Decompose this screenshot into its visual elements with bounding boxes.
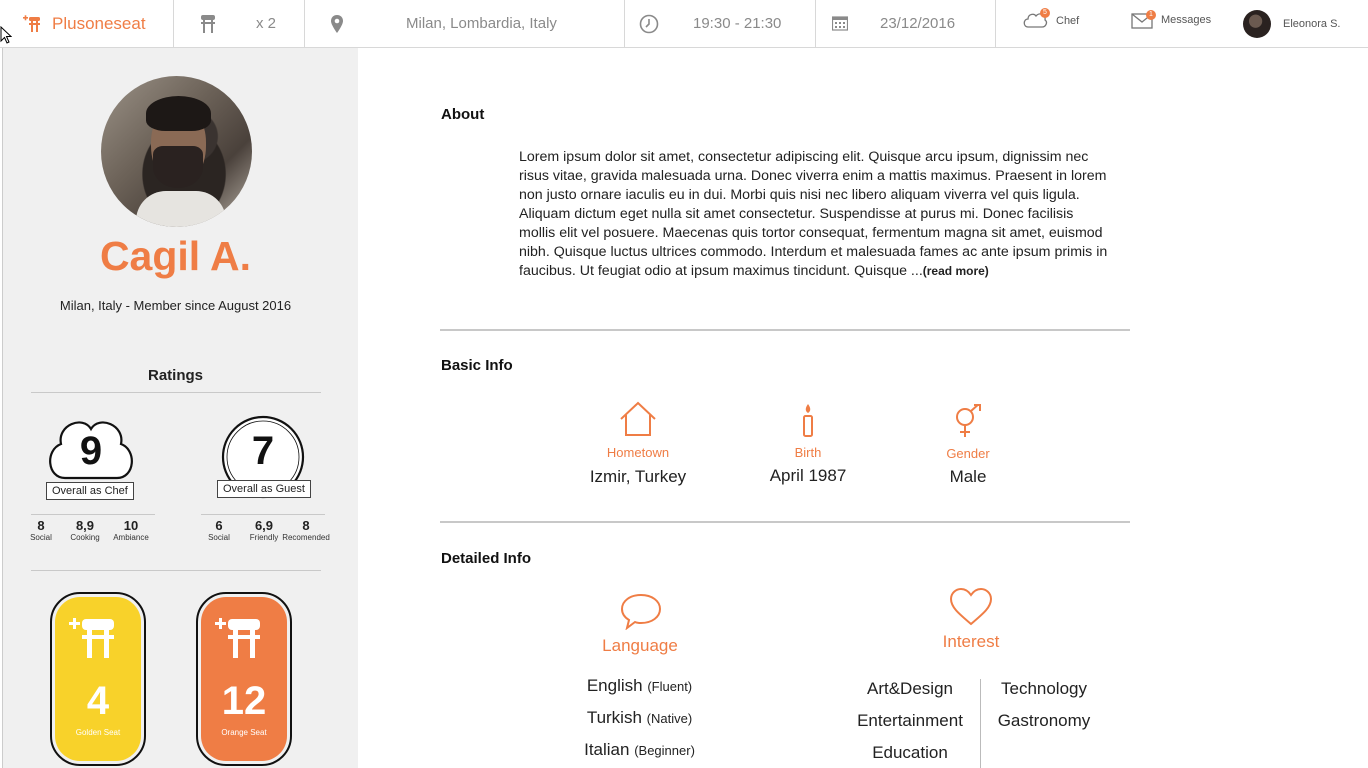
location-value: Milan, Lombardia, Italy: [406, 15, 557, 32]
orange-seat-fill: 12 Orange Seat: [201, 597, 287, 761]
language-item: Turkish (Native): [586, 708, 693, 727]
guest-overall-score: 7: [251, 429, 275, 473]
date-selector[interactable]: 23/12/2016: [816, 0, 996, 47]
guest-count-selector[interactable]: x 2: [174, 0, 305, 47]
chef-subratings-divider: [31, 514, 155, 515]
language-item: English (Fluent): [586, 676, 693, 695]
interest-item: Gastronomy: [997, 711, 1091, 730]
chef-subrating-social: 8 Social: [30, 518, 52, 542]
chef-nav-label: Chef: [1056, 15, 1080, 27]
chair-plus-logo-icon: [23, 14, 40, 32]
clock-icon: [639, 14, 659, 34]
interest-item: Education: [872, 743, 948, 762]
chair-plus-icon: [69, 618, 114, 658]
hometown-value: Izmir, Turkey: [589, 467, 687, 486]
profile-main: About Lorem ipsum dolor sit amet, consec…: [358, 48, 1368, 768]
golden-seat-fill: 4 Golden Seat: [55, 597, 141, 761]
messages-nav-link[interactable]: 1 Messages: [1131, 10, 1211, 30]
top-bar: Plusoneseat x 2 Milan, Lombardia, Italy …: [0, 0, 1368, 48]
heart-icon: [949, 587, 993, 626]
gender-symbol-icon: [956, 402, 981, 437]
golden-seat-card: 4 Golden Seat: [50, 592, 146, 766]
chef-hat-icon: 5: [1022, 8, 1050, 32]
interest-column-divider: [980, 679, 981, 768]
user-avatar: [1243, 10, 1271, 38]
mouse-cursor-icon: [0, 26, 12, 44]
orange-seat-label: Orange Seat: [221, 728, 267, 737]
interest-item: Art&Design: [867, 679, 953, 698]
interest-item: Technology: [1000, 679, 1087, 698]
guest-rating: 7 Overall as Guest: [216, 415, 312, 505]
guest-subrating-social: 6 Social: [208, 518, 230, 542]
brand-name: Plusoneseat: [52, 13, 146, 33]
basic-info-title: Basic Info: [441, 357, 513, 374]
time-selector[interactable]: 19:30 - 21:30: [625, 0, 816, 47]
birth-label: Birth: [794, 445, 822, 460]
user-name: Eleonora S.: [1283, 18, 1341, 30]
profile-sidebar: Cagil A. Milan, Italy - Member since Aug…: [2, 48, 358, 768]
about-title: About: [441, 106, 485, 123]
language-item: Italian (Beginner): [584, 740, 695, 759]
ratings-title: Ratings: [147, 367, 203, 384]
about-text-block: Lorem ipsum dolor sit amet, consectetur …: [519, 148, 1109, 281]
map-pin-icon: [331, 15, 343, 33]
birth-value: April 1987: [769, 466, 847, 485]
guest-subrating-recomended: 8 Recomended: [282, 518, 330, 542]
messages-notification-badge: 1: [1146, 10, 1156, 20]
chef-subrating-cooking: 8,9 Cooking: [70, 518, 100, 542]
gender-info: Gender Male: [908, 402, 1028, 487]
about-divider: [440, 329, 1130, 331]
interest-item: Entertainment: [857, 711, 963, 730]
chair-plus-icon: [215, 618, 260, 658]
calendar-icon: [832, 16, 848, 31]
chef-rating: 9 Overall as Chef: [43, 415, 139, 505]
guest-subrating-friendly: 6,9 Friendly: [249, 518, 279, 542]
seats-divider: [31, 570, 321, 571]
orange-seat-card: 12 Orange Seat: [196, 592, 292, 766]
language-heading: Language: [602, 636, 678, 655]
profile-photo: [101, 76, 252, 227]
interest-heading: Interest: [942, 632, 1000, 651]
orange-seat-count: 12: [221, 679, 267, 723]
gender-label: Gender: [946, 446, 990, 461]
golden-seat-label: Golden Seat: [75, 728, 121, 737]
messages-nav-label: Messages: [1161, 14, 1212, 26]
hometown-info: Hometown Izmir, Turkey: [576, 401, 700, 487]
chef-overall-label: Overall as Chef: [46, 482, 134, 500]
time-value: 19:30 - 21:30: [693, 15, 782, 32]
read-more-link[interactable]: (read more): [923, 264, 989, 278]
speech-bubble-icon: [620, 593, 662, 630]
candle-icon: [803, 404, 813, 437]
ratings-divider: [31, 392, 321, 393]
golden-seat-count: 4: [86, 679, 110, 723]
detailed-info-title: Detailed Info: [441, 550, 532, 567]
brand-logo-link[interactable]: Plusoneseat: [0, 0, 174, 47]
profile-member-line: Milan, Italy - Member since August 2016: [59, 298, 292, 313]
chef-nav-link[interactable]: 5 Chef: [1022, 8, 1080, 32]
about-text: Lorem ipsum dolor sit amet, consectetur …: [519, 149, 1108, 279]
chef-overall-score: 9: [79, 429, 103, 473]
user-menu[interactable]: Eleonora S.: [1243, 10, 1340, 38]
envelope-icon: 1: [1131, 10, 1156, 30]
guest-subratings-divider: [201, 514, 325, 515]
chair-icon: [201, 15, 215, 33]
profile-name: Cagil A.: [99, 233, 252, 279]
guest-count: x 2: [256, 15, 277, 32]
chef-notification-badge: 5: [1040, 8, 1050, 18]
location-selector[interactable]: Milan, Lombardia, Italy: [305, 0, 625, 47]
guest-overall-label: Overall as Guest: [217, 480, 311, 498]
gender-value: Male: [949, 467, 987, 486]
basic-info-divider: [440, 521, 1130, 523]
house-icon: [620, 401, 656, 436]
birth-info: Birth April 1987: [748, 403, 868, 486]
hometown-label: Hometown: [606, 445, 670, 460]
date-value: 23/12/2016: [880, 15, 956, 32]
chef-subrating-ambiance: 10 Ambiance: [113, 518, 149, 542]
